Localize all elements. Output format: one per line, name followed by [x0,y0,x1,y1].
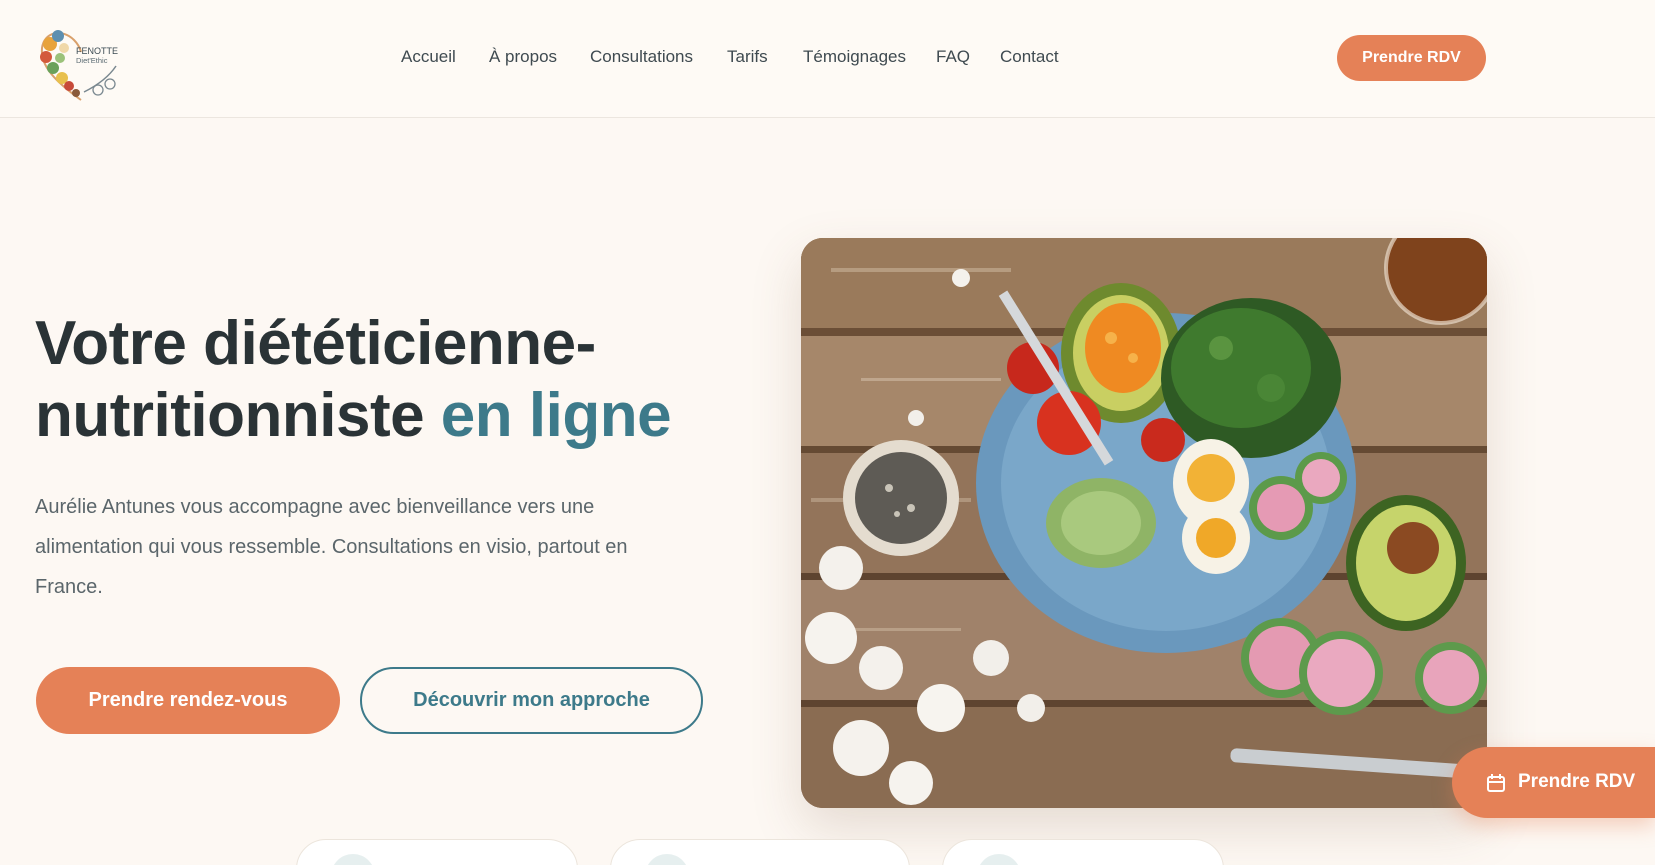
feature-card-icon [977,854,1021,865]
feature-card[interactable] [610,839,910,865]
feature-card-icon [645,854,689,865]
nav-item-consultations[interactable]: Consultations [590,47,693,67]
feature-card[interactable] [942,839,1224,865]
nav-item-contact[interactable]: Contact [1000,47,1059,67]
feature-card[interactable] [296,839,578,865]
book-appointment-button[interactable]: Prendre rendez-vous [36,667,340,734]
hero-title: Votre diététicienne- nutritionniste en l… [35,308,715,452]
feature-card-icon [331,854,375,865]
hero-description: Aurélie Antunes vous accompagne avec bie… [35,496,628,598]
discover-approach-button[interactable]: Découvrir mon approche [360,667,703,734]
nav-item-accueil[interactable]: Accueil [401,47,456,67]
nav-item-tarifs[interactable]: Tarifs [727,47,768,67]
hero-title-accent: en ligne [440,381,672,450]
nav-item-temoignages[interactable]: Témoignages [803,47,906,67]
calendar-icon [1487,774,1505,792]
hero-title-line1: Votre diététicienne- [35,309,596,378]
floating-rdv-label: Prendre RDV [1518,771,1636,792]
hero-title-line2: nutritionniste [35,381,441,450]
floating-rdv-button[interactable]: Prendre RDV [1452,747,1655,818]
hero-food-image [801,238,1487,808]
site-header: FENOTTE Diet'Ethic Accueil À propos Cons… [0,0,1655,118]
header-rdv-button[interactable]: Prendre RDV [1337,35,1486,81]
nav-item-faq[interactable]: FAQ [936,47,970,67]
nav-item-a-propos[interactable]: À propos [489,47,557,67]
